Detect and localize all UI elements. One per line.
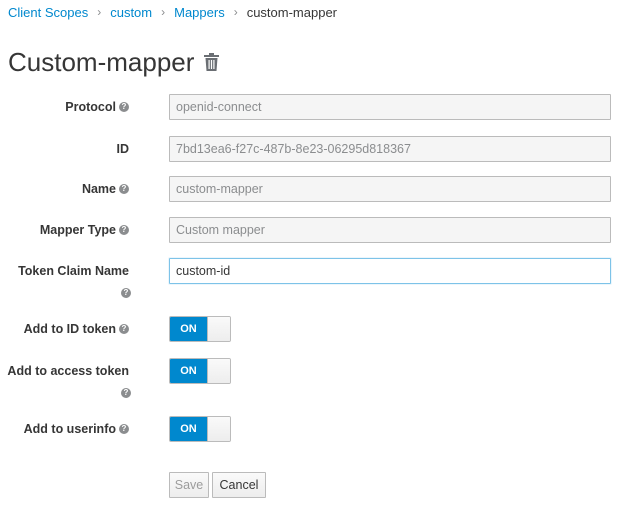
add-to-userinfo-label-text: Add to userinfo: [23, 422, 116, 436]
question-circle-icon[interactable]: ?: [119, 102, 129, 112]
question-circle-icon[interactable]: ?: [119, 424, 129, 434]
mapper-type-label-text: Mapper Type: [39, 223, 116, 237]
add-to-access-token-toggle[interactable]: ON: [169, 358, 231, 384]
question-circle-icon[interactable]: ?: [119, 324, 129, 334]
breadcrumb-separator: ›: [97, 5, 102, 19]
trash-icon[interactable]: [204, 53, 220, 71]
token-claim-name-label: Token Claim Name: [18, 258, 129, 284]
breadcrumb-separator: ›: [161, 5, 166, 19]
question-circle-icon[interactable]: ?: [121, 388, 131, 398]
add-to-id-token-toggle[interactable]: ON: [169, 316, 231, 342]
title-row: Custom-mapper: [8, 44, 220, 80]
add-to-userinfo-label: Add to userinfo ?: [24, 416, 129, 442]
name-field[interactable]: custom-mapper: [169, 176, 611, 202]
toggle-on-label: ON: [170, 317, 207, 341]
breadcrumb-custom[interactable]: custom: [110, 5, 152, 20]
mapper-type-field[interactable]: Custom mapper: [169, 217, 611, 243]
toggle-handle: [207, 359, 230, 383]
name-label-text: Name: [81, 182, 116, 196]
protocol-label: Protocol ?: [65, 94, 129, 120]
question-circle-icon[interactable]: ?: [119, 225, 129, 235]
toggle-handle: [207, 317, 230, 341]
add-to-id-token-row: Add to ID token ? ON: [0, 316, 636, 342]
token-claim-name-row: Token Claim Name ? custom-id: [0, 258, 636, 300]
protocol-field[interactable]: openid-connect: [169, 94, 611, 120]
page-title: Custom-mapper: [8, 46, 195, 77]
id-label: ID: [117, 136, 130, 162]
protocol-label-text: Protocol: [65, 100, 116, 114]
breadcrumb-separator: ›: [233, 5, 238, 19]
page: Client Scopes › custom › Mappers › custo…: [0, 0, 636, 523]
protocol-row: Protocol ? openid-connect: [0, 94, 636, 120]
id-row: ID 7bd13ea6-f27c-487b-8e23-06295d818367: [0, 136, 636, 162]
toggle-handle: [207, 417, 230, 441]
name-label: Name ?: [82, 176, 129, 202]
save-button[interactable]: Save: [169, 472, 209, 498]
cancel-button[interactable]: Cancel: [212, 472, 266, 498]
toggle-on-label: ON: [170, 417, 207, 441]
add-to-access-token-label: Add to access token: [7, 358, 129, 384]
breadcrumb: Client Scopes › custom › Mappers › custo…: [8, 2, 337, 22]
add-to-access-token-label-text: Add to access token: [7, 364, 129, 378]
id-label-text: ID: [116, 142, 130, 156]
question-circle-icon[interactable]: ?: [121, 288, 131, 298]
breadcrumb-client-scopes[interactable]: Client Scopes: [8, 5, 88, 20]
question-circle-icon[interactable]: ?: [119, 184, 129, 194]
token-claim-name-label-text: Token Claim Name: [18, 264, 129, 278]
add-to-access-token-row: Add to access token ? ON: [0, 358, 636, 400]
add-to-id-token-label-text: Add to ID token: [23, 322, 116, 336]
id-field[interactable]: 7bd13ea6-f27c-487b-8e23-06295d818367: [169, 136, 611, 162]
toggle-on-label: ON: [170, 359, 207, 383]
breadcrumb-current: custom-mapper: [246, 4, 338, 20]
token-claim-name-input[interactable]: custom-id: [169, 258, 611, 284]
name-row: Name ? custom-mapper: [0, 176, 636, 202]
mapper-type-row: Mapper Type ? Custom mapper: [0, 217, 636, 243]
add-to-userinfo-toggle[interactable]: ON: [169, 416, 231, 442]
breadcrumb-mappers[interactable]: Mappers: [174, 5, 225, 20]
mapper-type-label: Mapper Type ?: [40, 217, 129, 243]
add-to-id-token-label: Add to ID token ?: [24, 316, 129, 342]
add-to-userinfo-row: Add to userinfo ? ON: [0, 416, 636, 442]
